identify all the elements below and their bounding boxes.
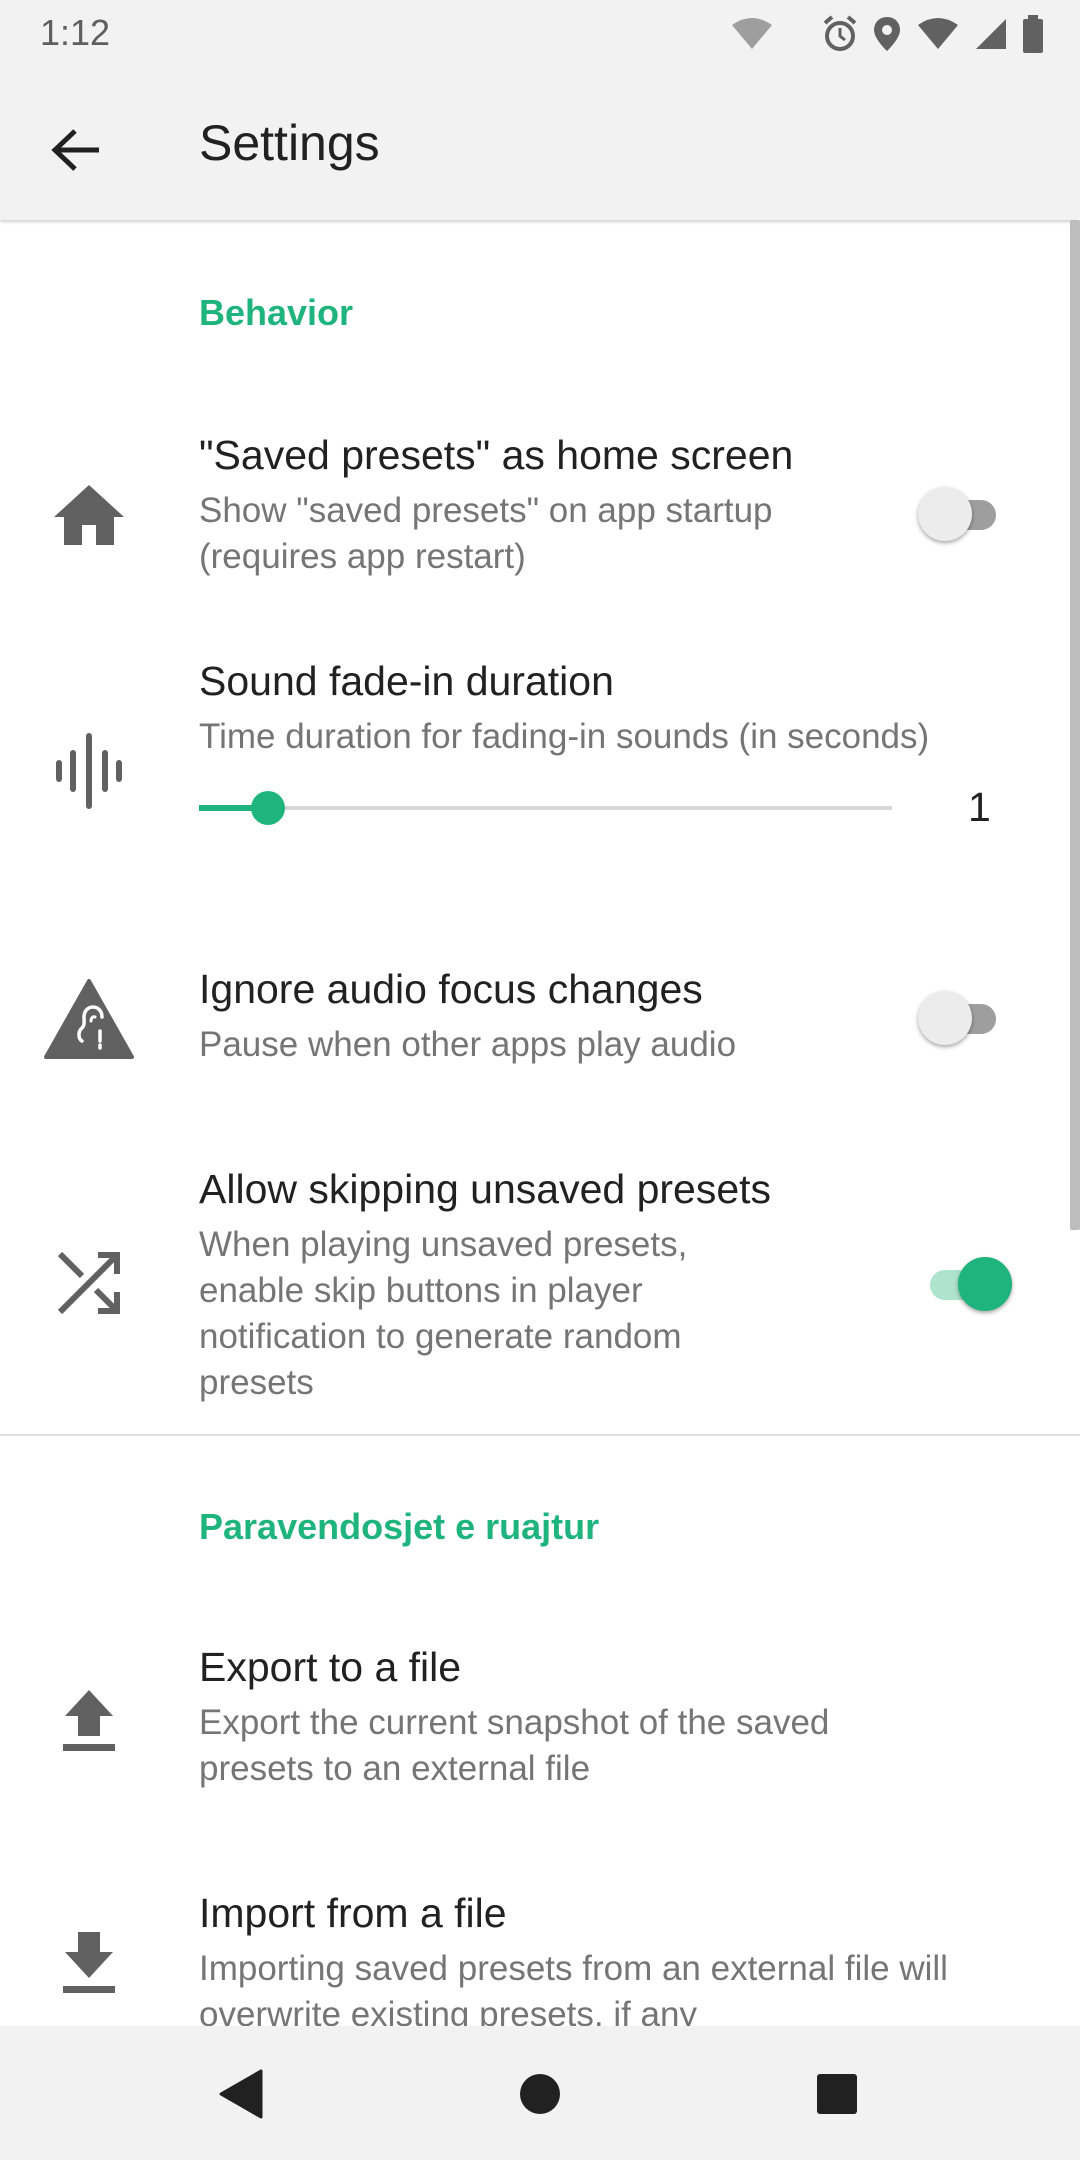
pref-summary: When playing unsaved presets, enable ski…	[199, 1225, 688, 1402]
pref-import-from-file[interactable]: Import from a file Importing saved prese…	[0, 1860, 1080, 2026]
back-button[interactable]	[36, 110, 116, 190]
pref-summary: Export the current snapshot of the saved…	[199, 1703, 830, 1788]
saved-presets-home-switch[interactable]	[912, 484, 1012, 544]
switch-thumb	[918, 487, 972, 541]
pref-title: Ignore audio focus changes	[199, 966, 703, 1012]
pref-title: Allow skipping unsaved presets	[199, 1166, 772, 1212]
nav-back-button[interactable]	[208, 2062, 272, 2126]
upload-icon	[44, 1676, 134, 1766]
switch-thumb	[958, 1257, 1012, 1311]
pref-title: Export to a file	[199, 1644, 462, 1690]
settings-list: Behavior "Saved presets" as home screen …	[0, 220, 1080, 2026]
nav-recents-button[interactable]	[805, 2062, 869, 2126]
section-header-saved-presets: Paravendosjet e ruajtur	[199, 1506, 600, 1547]
page-title: Settings	[199, 115, 380, 171]
scrollbar[interactable]	[1070, 220, 1080, 1230]
waveform-icon	[44, 726, 134, 816]
cell-signal-icon	[976, 19, 1006, 49]
fade-in-duration-slider[interactable]	[199, 788, 892, 828]
pref-fade-in-duration: Sound fade-in duration Time duration for…	[0, 628, 1080, 928]
pref-title: "Saved presets" as home screen	[199, 432, 794, 478]
nav-home-icon	[520, 2074, 560, 2114]
wifi-icon	[732, 18, 772, 49]
nav-back-icon	[219, 2069, 263, 2119]
ignore-audio-focus-switch[interactable]	[912, 988, 1012, 1048]
alarm-icon	[823, 15, 857, 51]
shuffle-icon	[44, 1238, 134, 1328]
app-bar: Settings	[0, 66, 1080, 220]
pref-summary: Time duration for fading-in sounds (in s…	[199, 717, 930, 756]
nav-recents-icon	[817, 2074, 857, 2114]
pref-ignore-audio-focus[interactable]: Ignore audio focus changes Pause when ot…	[0, 928, 1080, 1128]
allow-skipping-unsaved-switch[interactable]	[912, 1254, 1012, 1314]
pref-summary: Pause when other apps play audio	[199, 1025, 737, 1064]
pref-summary: Importing saved presets from an external…	[199, 1949, 948, 2026]
pref-title: Import from a file	[199, 1890, 507, 1936]
download-icon	[44, 1918, 134, 2008]
pref-title: Sound fade-in duration	[199, 658, 614, 704]
switch-thumb	[918, 991, 972, 1045]
status-icons	[730, 14, 1044, 54]
section-header-behavior: Behavior	[199, 292, 354, 333]
battery-icon	[1023, 15, 1043, 53]
location-icon	[874, 17, 900, 51]
pref-summary: Show "saved presets" on app startup (req…	[199, 491, 773, 576]
slider-thumb[interactable]	[251, 791, 286, 825]
section-divider	[0, 1434, 1080, 1436]
arrow-back-icon	[51, 129, 99, 171]
pref-saved-presets-home[interactable]: "Saved presets" as home screen Show "sav…	[0, 408, 1080, 628]
pref-export-to-file[interactable]: Export to a file Export the current snap…	[0, 1620, 1080, 1860]
navigation-bar	[0, 2026, 1080, 2160]
wifi-signal-icon	[918, 18, 958, 49]
slider-rail	[199, 806, 892, 810]
slider-value: 1	[968, 784, 991, 830]
nav-home-button[interactable]	[508, 2062, 572, 2126]
pref-allow-skipping-unsaved[interactable]: Allow skipping unsaved presets When play…	[0, 1128, 1080, 1428]
home-icon	[44, 470, 134, 560]
hearing-warning-icon	[44, 974, 134, 1064]
status-bar: 1:12	[0, 0, 1080, 66]
status-time: 1:12	[40, 12, 111, 53]
